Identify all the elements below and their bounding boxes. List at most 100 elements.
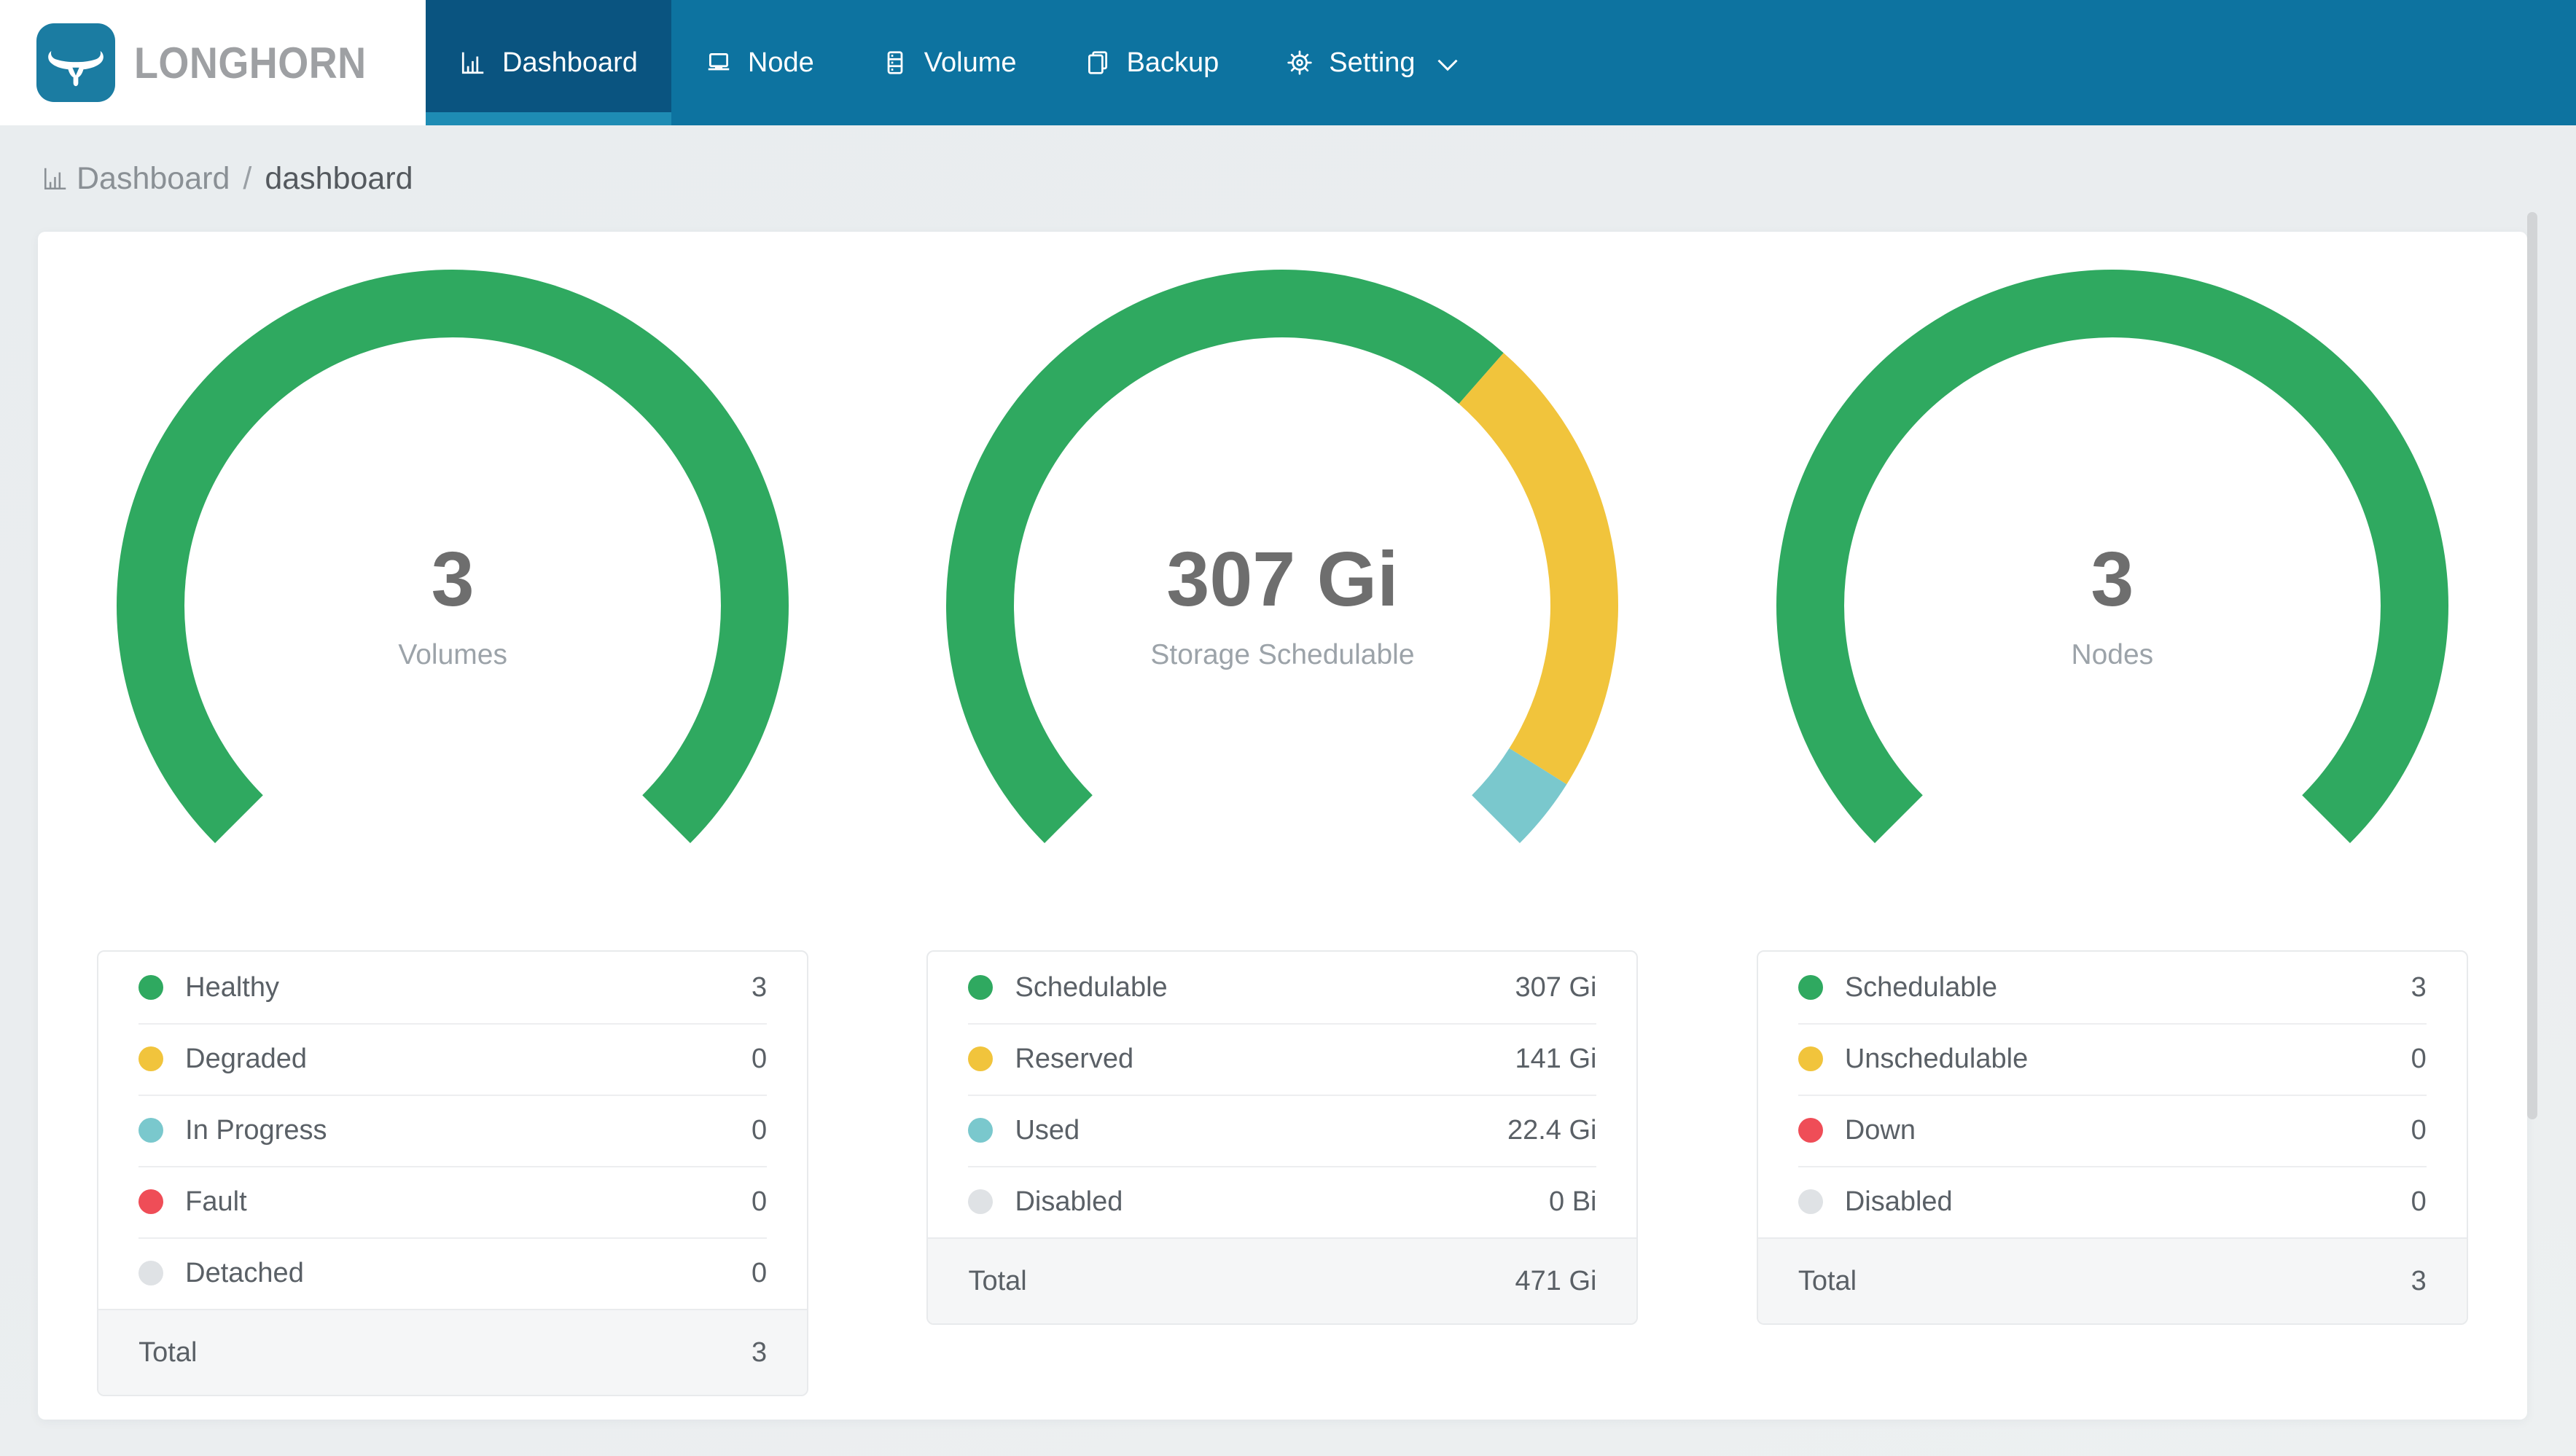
breadcrumb-current-page: dashboard xyxy=(265,160,413,196)
legend-dot-icon xyxy=(1798,1118,1823,1143)
bar-chart-icon xyxy=(459,49,487,77)
legend-dot-icon xyxy=(138,1189,164,1214)
legend-label: Schedulable xyxy=(1015,971,1168,1003)
legend-value: 0 xyxy=(2411,1043,2427,1074)
copy-icon xyxy=(1084,49,1112,77)
nav-label-volume: Volume xyxy=(924,47,1017,78)
legend-value: 0 xyxy=(2411,1114,2427,1146)
legend-dot-icon xyxy=(968,1046,994,1071)
legend-value: 0 Bi xyxy=(1549,1186,1597,1217)
legend-label: Healthy xyxy=(185,971,279,1003)
legend-row-schedulable: Schedulable 3 xyxy=(1758,952,2467,1023)
legend-dot-icon xyxy=(1798,1189,1823,1214)
bar-chart-icon xyxy=(42,165,69,192)
gauge-center-label: Volumes xyxy=(398,639,507,670)
nodes-panel: 3 Nodes Schedulable 3 Unschedulable 0 Down 0 D… xyxy=(1698,232,2527,1420)
legend-value: 3 xyxy=(752,971,768,1003)
legend-total-label: Total xyxy=(968,1265,1027,1296)
legend-value: 141 Gi xyxy=(1515,1043,1597,1074)
legend-value: 0 xyxy=(752,1257,768,1288)
gauge-center-value: 3 xyxy=(431,536,475,622)
gear-icon xyxy=(1286,49,1314,77)
legend-label: Reserved xyxy=(1015,1043,1134,1074)
top-navbar: LONGHORN Dashboard Node Volume Backup Se… xyxy=(0,0,2576,125)
gauge-center-label: Nodes xyxy=(2071,639,2154,670)
legend-total-label: Total xyxy=(1798,1265,1857,1296)
legend-row-unschedulable: Unschedulable 0 xyxy=(1758,1023,2467,1095)
legend-dot-icon xyxy=(1798,975,1823,1000)
legend-label: Detached xyxy=(185,1257,304,1288)
legend-total-value: 471 Gi xyxy=(1515,1265,1597,1296)
nodes-legend-table: Schedulable 3 Unschedulable 0 Down 0 Disabled 0… xyxy=(1756,950,2468,1325)
legend-dot-icon xyxy=(138,975,164,1000)
legend-dot-icon xyxy=(138,1261,164,1285)
legend-dot-icon xyxy=(968,1189,994,1214)
dashboard-card: 3 Volumes Healthy 3 Degraded 0 In Progress 0 F… xyxy=(38,232,2527,1420)
gauge-center-value: 307 Gi xyxy=(1166,536,1399,622)
legend-row-degraded: Degraded 0 xyxy=(98,1023,807,1095)
legend-dot-icon xyxy=(138,1118,164,1143)
main-menu: Dashboard Node Volume Backup Setting xyxy=(426,0,2576,125)
volumes-legend-table: Healthy 3 Degraded 0 In Progress 0 Fault 0 Detac… xyxy=(97,950,809,1396)
breadcrumb-section[interactable]: Dashboard xyxy=(77,161,230,197)
storage-panel: 307 Gi Storage Schedulable Schedulable 30… xyxy=(867,232,1697,1420)
legend-row-disabled: Disabled 0 xyxy=(1758,1166,2467,1237)
breadcrumb-separator: / xyxy=(243,160,252,196)
legend-value: 0 xyxy=(752,1114,768,1146)
vertical-scrollbar-thumb[interactable] xyxy=(2527,212,2537,1119)
legend-total-row: Total 3 xyxy=(98,1309,808,1395)
legend-value: 3 xyxy=(2411,971,2427,1003)
legend-label: Down xyxy=(1844,1114,1916,1146)
legend-label: Disabled xyxy=(1844,1186,1953,1217)
legend-row-schedulable: Schedulable 307 Gi xyxy=(928,952,1636,1023)
nav-item-backup[interactable]: Backup xyxy=(1050,0,1253,125)
gauge-center-label: Storage Schedulable xyxy=(1150,639,1415,670)
legend-row-reserved: Reserved 141 Gi xyxy=(928,1023,1636,1095)
nav-label-node: Node xyxy=(747,47,814,78)
volumes-gauge: 3 Volumes xyxy=(114,267,792,944)
legend-label: Used xyxy=(1015,1114,1080,1146)
legend-row-down: Down 0 xyxy=(1758,1095,2467,1166)
legend-dot-icon xyxy=(138,1046,164,1071)
legend-label: Schedulable xyxy=(1844,971,1997,1003)
nav-label-setting: Setting xyxy=(1329,47,1416,78)
legend-row-used: Used 22.4 Gi xyxy=(928,1095,1636,1166)
legend-value: 22.4 Gi xyxy=(1507,1114,1597,1146)
nav-label-dashboard: Dashboard xyxy=(502,47,638,78)
database-icon xyxy=(881,49,909,77)
longhorn-bull-icon xyxy=(36,23,115,102)
nav-item-volume[interactable]: Volume xyxy=(848,0,1050,125)
storage-legend-table: Schedulable 307 Gi Reserved 141 Gi Used 22.4 … xyxy=(926,950,1639,1325)
legend-row-fault: Fault 0 xyxy=(98,1166,807,1237)
nav-item-node[interactable]: Node xyxy=(671,0,848,125)
nav-label-backup: Backup xyxy=(1126,47,1219,78)
legend-row-healthy: Healthy 3 xyxy=(98,952,807,1023)
legend-dot-icon xyxy=(968,1118,994,1143)
breadcrumb: Dashboard / dashboard xyxy=(0,125,2576,232)
legend-total-label: Total xyxy=(138,1336,198,1368)
legend-total-row: Total 471 Gi xyxy=(928,1237,1637,1323)
nav-item-setting[interactable]: Setting xyxy=(1252,0,1491,125)
laptop-icon xyxy=(705,49,733,77)
legend-row-in-progress: In Progress 0 xyxy=(98,1095,807,1166)
storage-gauge: 307 Gi Storage Schedulable xyxy=(943,267,1621,944)
legend-total-row: Total 3 xyxy=(1757,1237,2467,1323)
gauge-center-value: 3 xyxy=(2091,536,2134,622)
legend-dot-icon xyxy=(1798,1046,1823,1071)
legend-value: 0 xyxy=(2411,1186,2427,1217)
legend-label: In Progress xyxy=(185,1114,327,1146)
legend-total-value: 3 xyxy=(752,1336,768,1368)
brand-name: LONGHORN xyxy=(134,38,367,87)
legend-label: Degraded xyxy=(185,1043,308,1074)
nav-item-dashboard[interactable]: Dashboard xyxy=(426,0,671,125)
chevron-down-icon xyxy=(1437,58,1459,71)
legend-label: Fault xyxy=(185,1186,247,1217)
legend-value: 0 xyxy=(752,1186,768,1217)
legend-value: 307 Gi xyxy=(1515,971,1597,1003)
legend-dot-icon xyxy=(968,975,994,1000)
legend-label: Unschedulable xyxy=(1844,1043,2029,1074)
legend-total-value: 3 xyxy=(2411,1265,2427,1296)
longhorn-logo[interactable]: LONGHORN xyxy=(0,0,426,125)
legend-row-detached: Detached 0 xyxy=(98,1237,807,1309)
nodes-gauge: 3 Nodes xyxy=(1773,267,2451,944)
